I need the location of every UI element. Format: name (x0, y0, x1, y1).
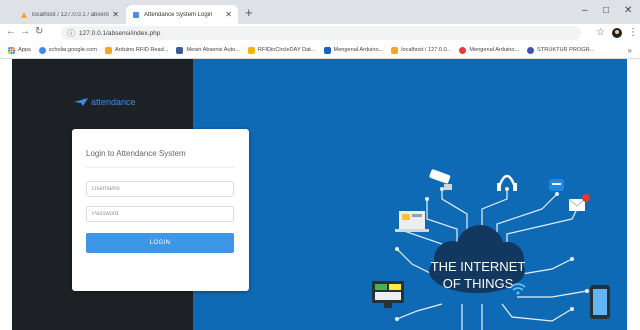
bookmarks-overflow-icon[interactable]: » (628, 46, 632, 55)
bookmark-label: scholar.google.com (48, 47, 97, 53)
info-icon[interactable]: ⓘ (67, 28, 75, 39)
bookmark-item[interactable]: Mengenal Arduino... (323, 46, 384, 54)
bookmark-favicon-icon (391, 46, 399, 54)
minimize-button[interactable]: – (582, 5, 588, 16)
bookmark-item[interactable]: localhost / 127.0.0... (391, 46, 452, 54)
smartphone-icon (590, 285, 610, 319)
iot-line1: THE INTERNET (431, 259, 526, 274)
bookmark-label: Apps (18, 47, 31, 53)
bookmark-label: localhost / 127.0.0... (401, 47, 452, 53)
mail-notification-icon (568, 194, 590, 211)
tab-close-icon[interactable]: ✕ (112, 10, 119, 19)
bookmark-label: Mesin Absensi Auto... (186, 47, 240, 53)
tab-title: Attendance System Login (144, 11, 213, 18)
browser-toolbar: ← → ↻ ⓘ 127.0.0.1/absensi/index.php ☆ ⋮ (0, 24, 640, 42)
bookmark-favicon-icon (176, 46, 184, 54)
cctv-camera-icon (429, 169, 452, 190)
bookmark-label: Mengenal Arduino... (469, 47, 520, 53)
bookmark-item[interactable]: Arduino RFID Read... (104, 46, 169, 54)
maximize-button[interactable]: □ (603, 5, 609, 16)
address-text: 127.0.0.1/absensi/index.php (79, 29, 161, 37)
forward-arrow-icon[interactable]: → (20, 26, 30, 37)
bookmark-favicon-icon (323, 46, 331, 54)
bookmarks-bar: Apps scholar.google.com Arduino RFID Rea… (0, 42, 640, 59)
phpmyadmin-icon (21, 11, 27, 18)
bookmark-favicon-icon (104, 46, 112, 54)
reload-icon[interactable]: ↻ (35, 26, 43, 37)
bookmark-item[interactable]: Mengenal Arduino... (459, 46, 520, 54)
bookmark-apps[interactable]: Apps (8, 46, 31, 54)
bookmark-item[interactable]: STRUKTUR PROGR... (527, 46, 595, 54)
bookmark-star-icon[interactable]: ☆ (596, 27, 605, 38)
tab-attendance-login[interactable]: Attendance System Login ✕ (126, 5, 238, 24)
address-bar[interactable]: ⓘ 127.0.0.1/absensi/index.php (61, 26, 581, 40)
close-window-button[interactable]: ✕ (624, 5, 632, 16)
bookmark-label: STRUKTUR PROGR... (537, 47, 595, 53)
page-favicon-icon (133, 11, 139, 18)
bookmark-favicon-icon (459, 46, 467, 54)
bookmark-label: Mengenal Arduino... (333, 47, 384, 53)
bookmark-item[interactable]: Mesin Absensi Auto... (176, 46, 240, 54)
bookmark-item[interactable]: RFIDinCircleDAY Dat... (247, 46, 316, 54)
bookmark-item[interactable]: scholar.google.com (38, 46, 97, 54)
tab-title: localhost / 127.0.0.1 / absensi | ... (32, 11, 110, 18)
browser-tabstrip: localhost / 127.0.0.1 / absensi | ... ✕ … (0, 0, 640, 24)
back-arrow-icon[interactable]: ← (6, 26, 16, 37)
bookmark-favicon-icon (247, 46, 255, 54)
new-tab-button[interactable]: + (245, 5, 253, 20)
desktop-monitor-icon (372, 281, 404, 308)
apps-grid-icon (8, 46, 15, 54)
laptop-icon (395, 211, 429, 232)
iot-line2: OF THINGS (443, 276, 514, 291)
headphones-icon (497, 174, 517, 188)
scholar-icon (38, 46, 46, 54)
bookmark-favicon-icon (527, 46, 535, 54)
bookmark-label: RFIDinCircleDAY Dat... (257, 47, 316, 53)
iot-illustration: THE INTERNET OF THINGS (372, 169, 610, 330)
login-page: attendance Login to Attendance System LO… (12, 59, 627, 330)
menu-kebab-icon[interactable]: ⋮ (628, 27, 638, 38)
profile-avatar-icon[interactable] (612, 28, 622, 38)
tab-phpmyadmin[interactable]: localhost / 127.0.0.1 / absensi | ... ✕ (14, 5, 125, 24)
chat-bubble-icon (549, 179, 564, 191)
tab-close-icon[interactable]: ✕ (225, 10, 232, 19)
bookmark-label: Arduino RFID Read... (114, 47, 169, 53)
